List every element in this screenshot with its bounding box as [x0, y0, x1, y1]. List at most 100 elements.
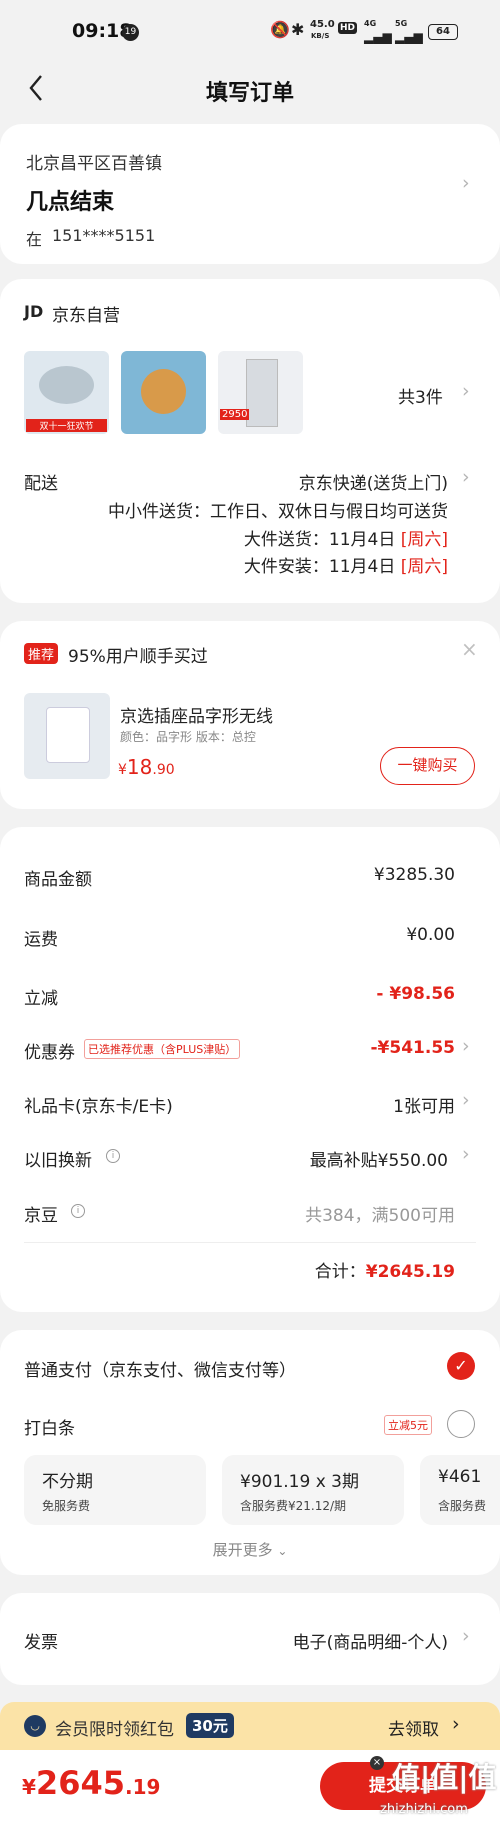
- battery-level: 64: [436, 26, 450, 37]
- install-date: 11月4日: [328, 557, 396, 577]
- discount-label: 立减: [24, 989, 58, 1009]
- chevron-right-icon: ›: [462, 172, 470, 194]
- recommend-product-spec: 颜色：品字形 版本：总控: [120, 730, 256, 744]
- install-day: [周六]: [400, 557, 448, 577]
- summary-divider: [24, 1242, 476, 1243]
- goods-value: ¥3285.30: [373, 865, 455, 885]
- chevron-right-icon: ›: [452, 1713, 460, 1735]
- chevron-right-icon: ›: [462, 1143, 470, 1165]
- net-speed: 45.0: [310, 19, 335, 30]
- promo-banner[interactable]: ◡ 会员限时领红包 30元 去领取 ›: [0, 1702, 500, 1750]
- giftcard-value[interactable]: 1张可用: [393, 1092, 455, 1117]
- bottom-total-symbol: ¥: [22, 1775, 36, 1799]
- checked-icon[interactable]: ✓: [447, 1352, 475, 1380]
- plan-option[interactable]: ¥901.19 x 3期 含服务费¥21.12/期: [222, 1455, 404, 1525]
- receiver-name: 在: [26, 230, 43, 249]
- page-title: 填写订单: [205, 81, 294, 106]
- invoice-value: 电子(商品明细-个人): [292, 1633, 448, 1653]
- nav-bar: 填写订单: [0, 62, 500, 117]
- hd-icon: HD: [338, 22, 358, 34]
- install-label: 大件安装：: [243, 557, 329, 577]
- recommend-title: 95%用户顺手买过: [68, 647, 208, 667]
- store-card: JD 京东自营 双十一狂欢节 2950 共3件 › 配送 京东快递(送货上门) …: [0, 279, 500, 603]
- coupon-label: 优惠券: [24, 1043, 75, 1063]
- recommend-tag: 推荐: [24, 643, 59, 664]
- jd-logo: JD: [24, 302, 44, 321]
- close-icon[interactable]: ×: [461, 637, 478, 661]
- tradein-value[interactable]: 最高补贴¥550.00: [310, 1146, 448, 1171]
- info-icon[interactable]: i: [106, 1149, 120, 1163]
- product-thumb-3[interactable]: 2950: [218, 351, 303, 434]
- product-thumb-1[interactable]: 双十一狂欢节: [24, 351, 109, 434]
- bluetooth-icon: ✱: [291, 20, 305, 39]
- goods-label: 商品金额: [24, 870, 92, 890]
- giftcard-label: 礼品卡(京东卡/E卡): [24, 1097, 173, 1117]
- install-row: 大件安装：11月4日 [周六]: [244, 552, 448, 577]
- plan-sub: 含服务费¥21.12/期: [240, 1499, 347, 1513]
- product-thumb-3-price: 2950: [220, 409, 250, 420]
- address-region: 北京昌平区百善镇: [26, 154, 162, 174]
- invoice-label: 发票: [24, 1633, 58, 1653]
- total-label: 合计：: [314, 1262, 366, 1282]
- chevron-right-icon: ›: [462, 466, 470, 488]
- plan-sub: 免服务费: [42, 1499, 91, 1513]
- plan-sub: 含服务费: [438, 1499, 487, 1513]
- large-delivery-date: 11月4日: [328, 530, 396, 550]
- net-speed-unit: KB/S: [311, 32, 330, 40]
- plan-title: 不分期: [42, 1472, 93, 1492]
- total-value: ¥2645.19: [365, 1262, 455, 1282]
- chevron-right-icon: ›: [462, 1089, 470, 1111]
- tradein-label: 以旧换新: [24, 1151, 92, 1171]
- bottom-bar: ¥2645.19 提交订单 × 值|值|值 zhizhizhi.com: [0, 1750, 500, 1821]
- jingdou-label: 京豆: [24, 1206, 58, 1226]
- delivery-method[interactable]: 京东快递(送货上门): [299, 469, 448, 494]
- small-items-delivery: 中小件送货：工作日、双休日与假日均可送货: [108, 502, 448, 522]
- plan-title: ¥461: [438, 1467, 482, 1487]
- plan-option[interactable]: 不分期 免服务费: [24, 1455, 206, 1525]
- watermark-url: zhizhizhi.com: [380, 1802, 468, 1817]
- normal-pay-label[interactable]: 普通支付（京东支付、微信支付等）: [24, 1356, 296, 1381]
- price-summary-card: 商品金额 ¥3285.30 运费 ¥0.00 立减 - ¥98.56 优惠券 已…: [0, 827, 500, 1312]
- plan-title: ¥901.19 x 3期: [240, 1472, 359, 1492]
- status-bar: 09:18 19 🔕 ✱ 45.0 KB/S HD 4G ▂▄▆ 5G ▂▄▆ …: [0, 0, 500, 62]
- battery-icon: 64: [428, 24, 458, 40]
- baitiao-label[interactable]: 打白条: [24, 1414, 75, 1439]
- total-row: 合计：¥2645.19: [315, 1257, 455, 1282]
- promo-action[interactable]: 去领取: [388, 1715, 439, 1740]
- baitiao-promo: 立减5元: [384, 1415, 432, 1435]
- plan-option[interactable]: ¥461 含服务费: [420, 1455, 500, 1525]
- radio-unchecked[interactable]: [447, 1410, 475, 1438]
- bottom-total-int: 2645: [35, 1764, 125, 1802]
- invoice-card[interactable]: 发票 电子(商品明细-个人) ›: [0, 1593, 500, 1685]
- member-icon: ◡: [24, 1715, 46, 1737]
- item-count[interactable]: 共3件: [398, 383, 443, 408]
- recommend-product-image[interactable]: [24, 693, 110, 779]
- bottom-total: ¥2645.19: [22, 1764, 160, 1802]
- chevron-down-icon: ⌄: [277, 1544, 288, 1558]
- coupon-tag: 已选推荐优惠（含PLUS津贴）: [84, 1039, 241, 1059]
- store-name: 京东自营: [52, 306, 120, 326]
- quick-buy-button[interactable]: 一键购买: [380, 747, 475, 785]
- payment-card: 普通支付（京东支付、微信支付等） ✓ 打白条 立减5元 不分期 免服务费 ¥90…: [0, 1330, 500, 1575]
- signal-icon-1: ▂▄▆: [364, 30, 392, 44]
- product-thumb-2[interactable]: [121, 351, 206, 434]
- address-card[interactable]: 北京昌平区百善镇 几点结束 在 151****5151 ›: [0, 124, 500, 264]
- discount-value: - ¥98.56: [376, 984, 455, 1004]
- recommend-price-dec: .90: [152, 762, 175, 778]
- coupon-value[interactable]: -¥541.55: [371, 1038, 456, 1058]
- notification-count-badge: 19: [122, 24, 139, 41]
- promo-text: 会员限时领红包: [55, 1720, 174, 1740]
- product-thumb-2-image: [141, 369, 186, 414]
- shipping-value: ¥0.00: [406, 925, 455, 945]
- large-delivery-label: 大件送货：: [243, 530, 329, 550]
- net-5g: 5G: [395, 19, 408, 28]
- product-thumb-1-label: 双十一狂欢节: [26, 419, 107, 432]
- large-delivery-day: [周六]: [400, 530, 448, 550]
- recommend-product-shape: [46, 707, 90, 763]
- info-icon[interactable]: i: [71, 1204, 85, 1218]
- recommend-price-int: 18: [126, 755, 153, 779]
- chevron-right-icon: ›: [462, 380, 470, 402]
- recommend-price-symbol: ¥: [118, 762, 127, 778]
- expand-more[interactable]: 展开更多 ⌄: [0, 1539, 500, 1560]
- net-4g: 4G: [364, 19, 377, 28]
